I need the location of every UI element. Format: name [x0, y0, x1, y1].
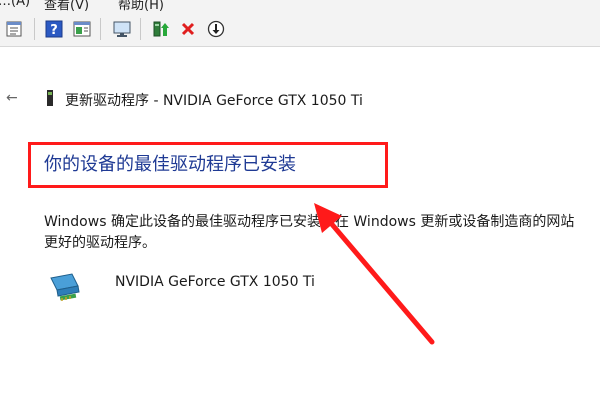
annotation-arrow: [314, 203, 435, 345]
